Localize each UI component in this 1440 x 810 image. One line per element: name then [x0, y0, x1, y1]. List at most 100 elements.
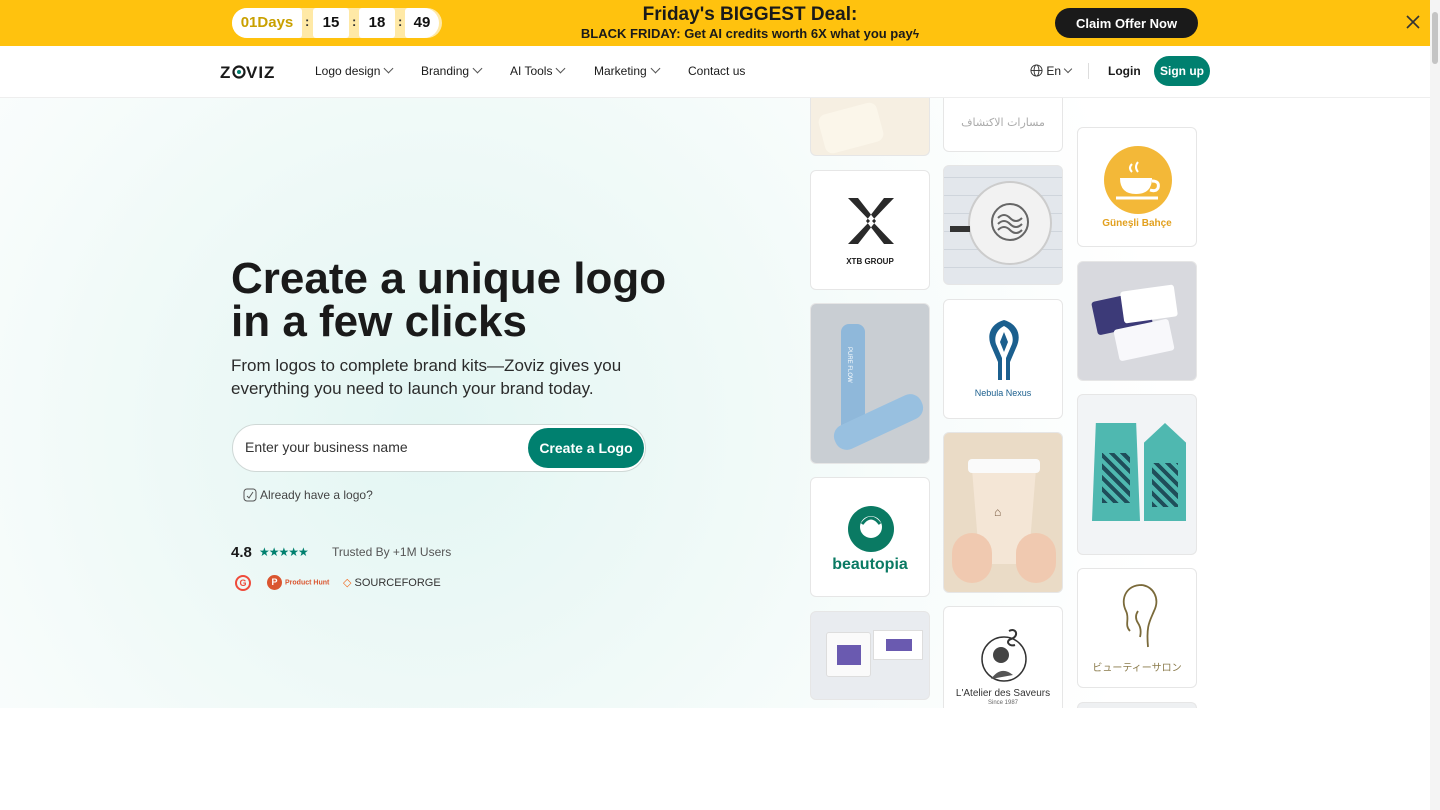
- woman-profile-logo-icon: [1122, 584, 1158, 648]
- coffee-bag-pattern: [1152, 463, 1178, 507]
- coffee-bag-pattern: [1102, 453, 1130, 503]
- hand-image: [1016, 533, 1056, 583]
- coffee-cup-lid: [968, 459, 1040, 473]
- beautopia-logo-icon: [848, 506, 894, 552]
- bottle-label: PURE FLOW: [846, 347, 852, 383]
- chevron-down-icon: [650, 63, 661, 74]
- hand-image: [952, 533, 992, 583]
- star-rating-icon: ★★★★★: [259, 545, 309, 559]
- business-name-form: Create a Logo: [232, 424, 646, 472]
- candle-label: [837, 645, 861, 665]
- gallery-card-nebula[interactable]: Nebula Nexus: [943, 299, 1063, 419]
- xtb-logo-text: XTB GROUP: [846, 257, 894, 266]
- promo-subtitle-text: BLACK FRIDAY: Get AI credits worth 6X wh…: [580, 26, 913, 41]
- promo-title: Friday's BIGGEST Deal:: [642, 4, 858, 25]
- gallery-card-coffee-cup[interactable]: ⌂: [943, 432, 1063, 593]
- claim-offer-button[interactable]: Claim Offer Now: [1055, 8, 1198, 38]
- login-link[interactable]: Login: [1108, 64, 1141, 78]
- nav-item-label: AI Tools: [510, 64, 553, 78]
- business-name-input[interactable]: [245, 439, 525, 455]
- countdown-separator: :: [352, 14, 357, 29]
- gallery-card-partial[interactable]: [1077, 702, 1197, 708]
- chevron-down-icon: [383, 63, 394, 74]
- chef-logo-icon: [981, 629, 1027, 682]
- gallery-card-salon[interactable]: ビューティーサロン: [1077, 568, 1197, 688]
- coffee-cup-logo-icon: [1104, 146, 1172, 214]
- promo-subtitle: BLACK FRIDAY: Get AI credits worth 6X wh…: [540, 26, 960, 41]
- wave-logo-icon: [991, 203, 1029, 241]
- gallery-card-beautopia[interactable]: beautopia: [810, 477, 930, 597]
- nav-item-label: Contact us: [688, 64, 746, 78]
- xtb-logo-icon: [848, 198, 894, 244]
- svg-text:VIZ: VIZ: [246, 63, 275, 81]
- coffee-bag-image: [1144, 423, 1186, 521]
- gallery-card-gunesli[interactable]: Güneşli Bahçe: [1077, 127, 1197, 247]
- gallery-card-candles[interactable]: [810, 611, 930, 700]
- upload-image-icon: [243, 488, 257, 502]
- hero-background: [0, 98, 1430, 708]
- sourceforge-icon: ◇: [343, 577, 352, 589]
- elephant-logo-icon: ⌂: [994, 505, 1002, 519]
- rating-value: 4.8: [231, 544, 252, 561]
- svg-text:Z: Z: [220, 63, 231, 81]
- gallery-card-spacer: [1077, 98, 1197, 112]
- gallery-card-mockup[interactable]: [810, 98, 930, 156]
- countdown-hours: 15: [313, 8, 349, 38]
- countdown-separator: :: [305, 14, 310, 29]
- mockup-shape: [816, 100, 886, 155]
- salon-logo-text: ビューティーサロン: [1092, 663, 1182, 674]
- nav-divider: [1088, 63, 1089, 79]
- countdown-minutes: 18: [359, 8, 395, 38]
- candle-image: [826, 632, 871, 677]
- hero-headline: Create a unique logo in a few clicks: [231, 254, 667, 346]
- gallery-card-atelier[interactable]: L'Atelier des Saveurs Since 1987: [943, 606, 1063, 708]
- lightning-icon: ϟ: [912, 27, 920, 41]
- arabic-logo-text: مسارات الاكتشاف: [961, 116, 1045, 129]
- producthunt-label: Product Hunt: [285, 579, 330, 587]
- gallery-card-coffee-bags[interactable]: [1077, 394, 1197, 555]
- beautopia-logo-text: beautopia: [832, 556, 908, 573]
- promo-banner: 01Days : 15 : 18 : 49 Friday's BIGGEST D…: [0, 0, 1430, 46]
- sourceforge-label: SOURCEFORGE: [354, 577, 441, 589]
- gallery-card-bluewave[interactable]: [943, 165, 1063, 285]
- zoviz-logo[interactable]: Z VIZ: [220, 63, 294, 81]
- business-card-image: [1120, 284, 1178, 324]
- chevron-down-icon: [472, 63, 483, 74]
- gunesli-logo-text: Güneşli Bahçe: [1102, 218, 1172, 229]
- page-scrollbar[interactable]: [1430, 0, 1440, 810]
- g2-logo-icon: G: [235, 575, 251, 591]
- atelier-since-text: Since 1987: [987, 700, 1019, 706]
- create-logo-button[interactable]: Create a Logo: [528, 428, 644, 468]
- already-have-logo-link[interactable]: Already have a logo?: [243, 488, 373, 502]
- gallery-card-business-cards[interactable]: [1077, 261, 1197, 381]
- countdown-days: 01Days: [232, 8, 302, 38]
- nebula-logo-text: Nebula Nexus: [974, 388, 1032, 398]
- nav-item-ai-tools[interactable]: AI Tools: [510, 63, 566, 78]
- producthunt-logo: P Product Hunt: [267, 575, 329, 590]
- nav-item-marketing[interactable]: Marketing: [594, 63, 661, 78]
- trusted-by-label: Trusted By +1M Users: [332, 545, 452, 559]
- nav-item-branding[interactable]: Branding: [421, 63, 483, 78]
- producthunt-icon: P: [267, 575, 282, 590]
- gallery-card-arabic[interactable]: مسارات الاكتشاف: [943, 98, 1063, 152]
- main-navigation: Z VIZ Logo design Branding AI Tools Mark…: [0, 46, 1430, 98]
- sourceforge-logo: ◇ SOURCEFORGE: [343, 576, 441, 589]
- nav-item-logo-design[interactable]: Logo design: [315, 63, 394, 78]
- gallery-card-xtb[interactable]: XTB GROUP: [810, 170, 930, 290]
- sign-bracket: [950, 226, 970, 232]
- gallery-card-bottle[interactable]: PURE FLOW: [810, 303, 930, 464]
- already-have-logo-label: Already have a logo?: [260, 488, 373, 502]
- close-icon[interactable]: [1404, 13, 1422, 31]
- scrollbar-thumb[interactable]: [1432, 12, 1438, 64]
- nav-item-label: Branding: [421, 64, 470, 78]
- signup-button[interactable]: Sign up: [1154, 56, 1210, 86]
- chevron-down-icon: [1063, 64, 1073, 74]
- language-selector[interactable]: En: [1030, 64, 1073, 78]
- nav-item-label: Logo design: [315, 64, 381, 78]
- nebula-logo-icon: [989, 320, 1019, 380]
- countdown-separator: :: [398, 14, 403, 29]
- nav-item-contact-us[interactable]: Contact us: [688, 64, 745, 78]
- countdown-seconds: 49: [405, 8, 439, 38]
- globe-icon: [1030, 64, 1043, 77]
- atelier-logo-text: L'Atelier des Saveurs: [955, 688, 1051, 699]
